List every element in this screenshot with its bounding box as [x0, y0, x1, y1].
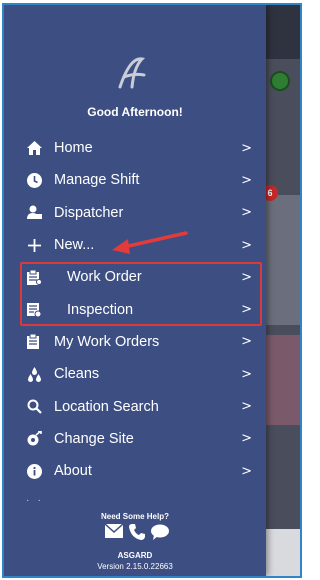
- app-logo-icon: [118, 57, 146, 89]
- clipboard-icon: [26, 269, 42, 285]
- menu-item-label: Change Site: [54, 430, 134, 447]
- menu-item-label: New...: [54, 237, 95, 254]
- menu-item-dispatcher[interactable]: Dispatcher >: [4, 197, 266, 229]
- help-icons: [97, 524, 177, 544]
- menu-item-label: About: [54, 463, 92, 480]
- menu-item-about[interactable]: About >: [4, 455, 266, 487]
- email-icon[interactable]: [105, 524, 123, 538]
- checklist-icon: [26, 302, 42, 318]
- menu-list: Home > Manage Shift > Dispatcher > New..…: [4, 132, 266, 487]
- menu-item-work-order[interactable]: Work Order >: [4, 261, 266, 293]
- menu-item-label: Work Order: [67, 269, 142, 286]
- status-dot-icon: [270, 71, 290, 91]
- chevron-right-icon: >: [241, 302, 252, 318]
- menu-item-home[interactable]: Home >: [4, 132, 266, 164]
- brand-name: ASGARD: [117, 551, 153, 560]
- menu-item-location-search[interactable]: Location Search >: [4, 390, 266, 422]
- version-text: Version 2.15.0.22663: [97, 562, 173, 571]
- clipboard-icon: [26, 334, 42, 350]
- partial-menu-item: · ·: [26, 495, 41, 506]
- navigation-drawer: Good Afternoon! Home > Manage Shift > Di…: [4, 5, 266, 576]
- menu-item-cleans[interactable]: Cleans >: [4, 358, 266, 390]
- chevron-right-icon: >: [241, 205, 252, 221]
- menu-item-manage-shift[interactable]: Manage Shift >: [4, 164, 266, 196]
- phone-icon[interactable]: [129, 524, 145, 540]
- app-topbar: [266, 5, 300, 59]
- home-icon: [26, 140, 42, 156]
- menu-item-label: Home: [54, 140, 93, 157]
- search-icon: [26, 399, 42, 415]
- chat-icon[interactable]: [151, 524, 169, 540]
- greeting-text: Good Afternoon!: [87, 105, 183, 119]
- chevron-right-icon: >: [241, 366, 252, 382]
- clock-icon: [26, 172, 42, 188]
- app-card[interactable]: [266, 335, 300, 425]
- chevron-right-icon: >: [241, 237, 252, 253]
- chevron-right-icon: >: [241, 399, 252, 415]
- menu-item-label: Cleans: [54, 366, 100, 383]
- screenshot-frame: 6 Good Afternoon! Home > Manage Shift >: [2, 3, 302, 578]
- chevron-right-icon: >: [241, 334, 252, 350]
- chevron-right-icon: >: [241, 463, 252, 479]
- menu-item-label: My Work Orders: [54, 333, 160, 350]
- dispatcher-icon: [26, 205, 42, 221]
- drops-icon: [26, 366, 42, 382]
- menu-item-change-site[interactable]: Change Site >: [4, 423, 266, 455]
- menu-item-label: Location Search: [54, 398, 159, 415]
- chevron-right-icon: >: [241, 140, 252, 156]
- chevron-right-icon: >: [241, 431, 252, 447]
- help-text: Need Some Help?: [100, 512, 169, 521]
- app-card[interactable]: [266, 195, 300, 325]
- menu-item-label: Manage Shift: [54, 172, 140, 189]
- site-icon: [26, 431, 42, 447]
- info-icon: [26, 463, 42, 479]
- menu-item-inspection[interactable]: Inspection >: [4, 293, 266, 325]
- menu-item-label: Inspection: [67, 301, 134, 318]
- menu-item-my-work-orders[interactable]: My Work Orders >: [4, 326, 266, 358]
- annotation-arrow-icon: [112, 231, 188, 254]
- chevron-right-icon: >: [241, 172, 252, 188]
- plus-icon: [26, 237, 42, 253]
- chevron-right-icon: >: [241, 269, 252, 285]
- menu-item-label: Dispatcher: [54, 204, 124, 221]
